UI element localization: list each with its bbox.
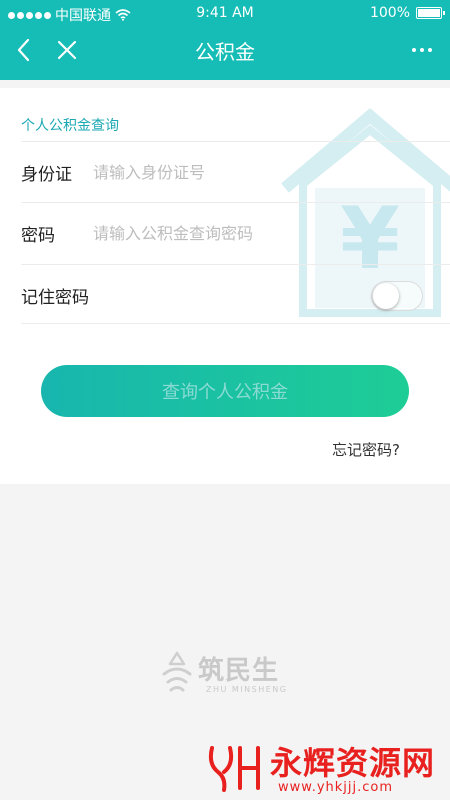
query-card: ¥ 个人公积金查询 身份证 密码 记住密码 查询个人公积金 忘记密码? <box>0 88 450 484</box>
remember-label: 记住密码 <box>21 288 89 308</box>
status-right: 100% <box>369 5 445 21</box>
battery-icon <box>416 7 445 19</box>
watermark-logo <box>208 746 260 792</box>
password-row: 密码 <box>21 202 450 262</box>
query-button[interactable]: 查询个人公积金 <box>41 365 409 417</box>
password-input[interactable] <box>93 219 413 247</box>
forgot-password-link[interactable]: 忘记密码? <box>332 439 400 460</box>
brand-subtitle: ZHU MINSHENG <box>206 685 288 694</box>
status-bar: 中国联通 9:41 AM 100% <box>0 0 450 28</box>
section-title: 个人公积金查询 <box>21 118 119 134</box>
header: 中国联通 9:41 AM 100% 公积金 <box>0 0 450 80</box>
watermark-url: www.yhkjjj.com <box>278 780 394 795</box>
nav-bar: 公积金 <box>0 30 450 70</box>
brand-logo: 筑民生 ZHU MINSHENG <box>160 648 300 698</box>
id-number-input[interactable] <box>93 158 413 186</box>
remember-password-toggle[interactable] <box>371 281 423 311</box>
watermark-title: 永辉资源网 <box>270 744 436 782</box>
brand-icon <box>162 651 192 692</box>
more-icon[interactable] <box>412 42 434 58</box>
battery-label: 100% <box>369 5 410 21</box>
page-title: 公积金 <box>195 40 255 64</box>
id-label: 身份证 <box>21 165 72 185</box>
watermark: 永辉资源网 www.yhkjjj.com <box>200 738 450 798</box>
toggle-knob <box>373 283 399 309</box>
id-row: 身份证 <box>21 141 450 201</box>
password-label: 密码 <box>21 226 55 246</box>
brand-name: 筑民生 <box>198 656 280 686</box>
remember-row: 记住密码 <box>21 264 450 324</box>
